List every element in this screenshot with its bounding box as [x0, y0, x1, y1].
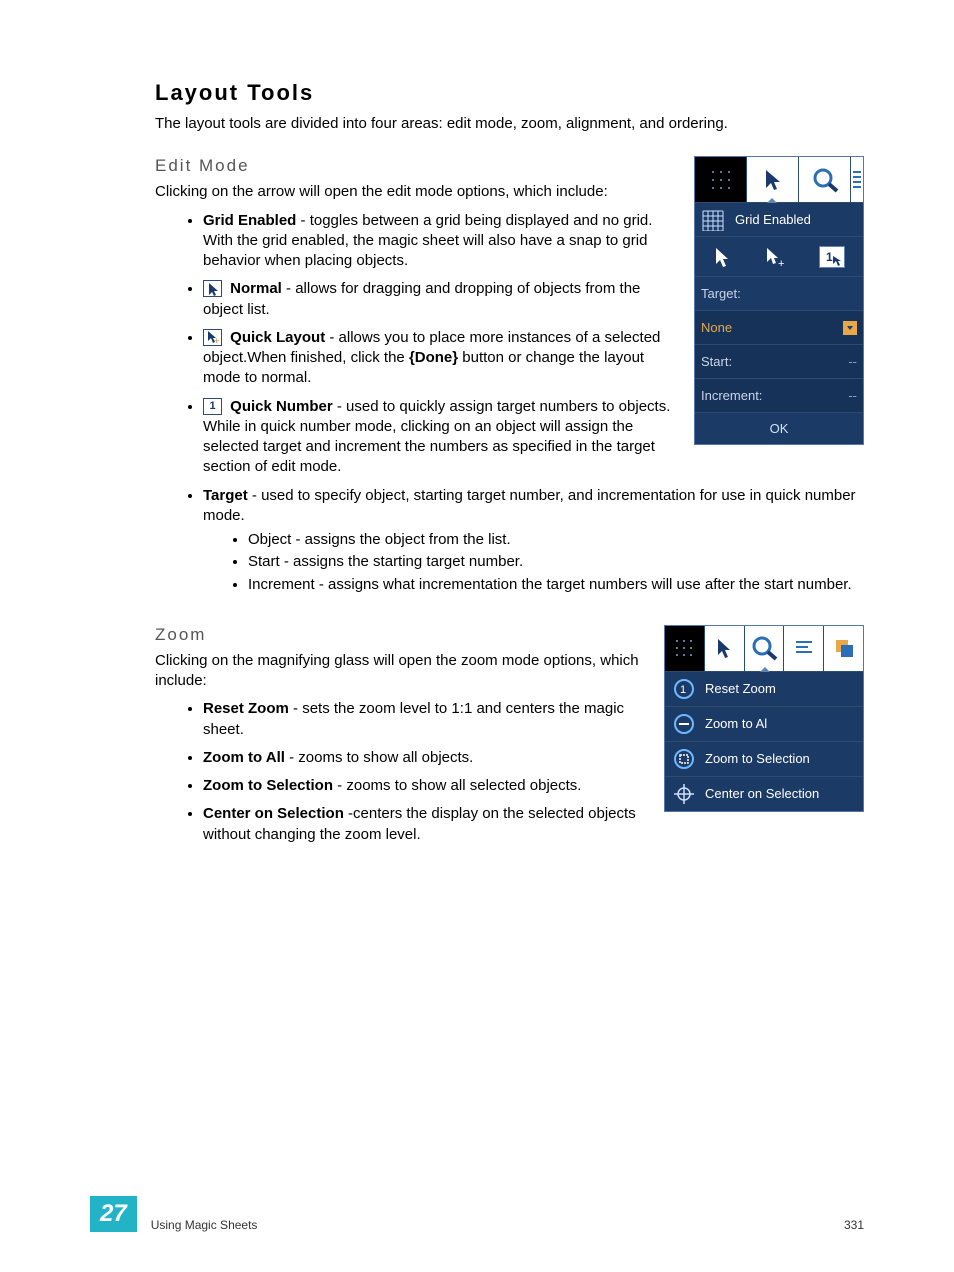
cursor-arrow-icon: [715, 637, 733, 659]
increment-label: Increment:: [701, 388, 762, 403]
cursor-arrow-icon: [763, 168, 783, 192]
align-lines-icon: [794, 638, 814, 658]
page-title: Layout Tools: [155, 80, 864, 106]
page-number: 331: [844, 1218, 864, 1232]
number-one-icon: 1: [823, 248, 841, 266]
cursor-plus-icon: +: [203, 329, 222, 346]
grid-enabled-label: Grid Enabled: [735, 212, 811, 227]
bullet-target: Target - used to specify object, startin…: [203, 486, 864, 595]
magnifier-icon: [811, 167, 839, 193]
toolbar-zoom-cell[interactable]: [799, 157, 851, 202]
sub-object: Object - assigns the object from the lis…: [248, 530, 864, 550]
cursor-plus-icon: +: [764, 246, 786, 268]
sub-increment: Increment - assigns what incrementation …: [248, 575, 864, 595]
svg-text:1: 1: [680, 684, 686, 696]
order-stack-icon: [833, 637, 855, 659]
toolbar-grid-cell[interactable]: [665, 626, 705, 671]
start-label: Start:: [701, 354, 732, 369]
reset-zoom-icon: 1: [673, 678, 695, 700]
zoom-selection-row[interactable]: Zoom to Selection: [665, 742, 863, 777]
reset-zoom-row[interactable]: 1 Reset Zoom: [665, 672, 863, 707]
sub-start: Start - assigns the starting target numb…: [248, 552, 864, 572]
start-value: --: [848, 354, 857, 369]
dots-grid-icon: [671, 635, 697, 661]
grid-enabled-row[interactable]: Grid Enabled: [695, 203, 863, 237]
edit-panel-toolbar: [695, 157, 863, 203]
footer-label: Using Magic Sheets: [151, 1218, 258, 1232]
grid-icon: [701, 209, 725, 231]
cursor-arrow-icon: [713, 246, 731, 268]
intro-text: The layout tools are divided into four a…: [155, 114, 864, 134]
zoom-selection-icon: [673, 748, 695, 770]
dots-grid-icon: [708, 167, 734, 193]
quick-layout-button[interactable]: +: [764, 246, 786, 268]
chapter-number: 27: [90, 1196, 137, 1232]
zoom-selection-label: Zoom to Selection: [705, 751, 810, 766]
cursor-arrow-icon: [203, 280, 222, 297]
page-footer: 27 Using Magic Sheets 331: [0, 1196, 954, 1232]
toolbar-order-cell[interactable]: [824, 626, 863, 671]
svg-text:1: 1: [826, 250, 833, 264]
start-field[interactable]: Start: --: [695, 345, 863, 379]
center-selection-row[interactable]: Center on Selection: [665, 777, 863, 811]
zoom-panel-toolbar: [665, 626, 863, 672]
toolbar-pointer-cell[interactable]: [747, 157, 799, 202]
target-value: None: [701, 320, 732, 335]
target-label: Target:: [701, 286, 741, 301]
magnifier-icon: [750, 635, 778, 661]
number-one-icon: 1: [203, 398, 222, 415]
zoom-all-label: Zoom to Al: [705, 716, 767, 731]
mode-icons-row: + 1: [695, 237, 863, 277]
dropdown-icon[interactable]: [843, 321, 857, 335]
zoom-panel: 1 Reset Zoom Zoom to Al Zoom to Selectio…: [664, 625, 864, 812]
ok-button[interactable]: OK: [695, 413, 863, 444]
target-field[interactable]: None: [695, 311, 863, 345]
toolbar-align-cell[interactable]: [784, 626, 824, 671]
align-lines-icon: [852, 169, 862, 191]
svg-text:+: +: [778, 258, 784, 268]
increment-value: --: [848, 388, 857, 403]
center-selection-icon: [673, 783, 695, 805]
increment-field[interactable]: Increment: --: [695, 379, 863, 413]
zoom-all-row[interactable]: Zoom to Al: [665, 707, 863, 742]
toolbar-align-cell[interactable]: [851, 157, 863, 202]
edit-mode-panel: Grid Enabled + 1 Target: None: [694, 156, 864, 445]
reset-zoom-label: Reset Zoom: [705, 681, 776, 696]
normal-mode-button[interactable]: [713, 246, 731, 268]
svg-text:+: +: [214, 336, 219, 344]
target-label-row: Target:: [695, 277, 863, 311]
toolbar-pointer-cell[interactable]: [705, 626, 745, 671]
toolbar-zoom-cell[interactable]: [745, 626, 785, 671]
center-selection-label: Center on Selection: [705, 786, 819, 801]
quick-number-button[interactable]: 1: [819, 246, 845, 268]
toolbar-grid-cell[interactable]: [695, 157, 747, 202]
zoom-all-icon: [673, 713, 695, 735]
